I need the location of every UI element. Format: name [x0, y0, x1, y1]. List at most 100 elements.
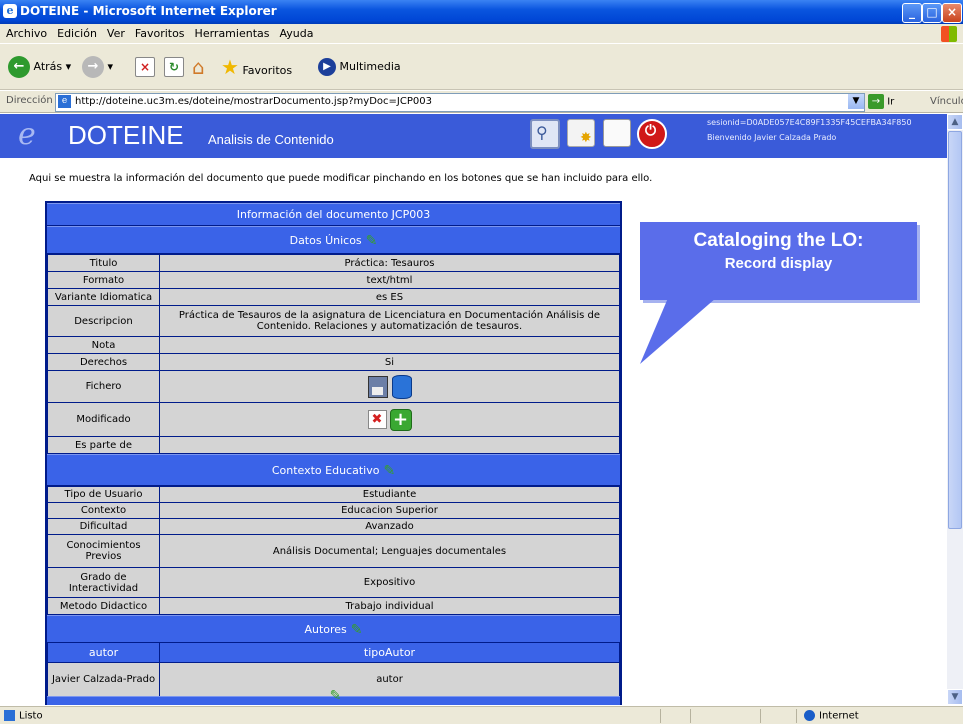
table-row: Titulo Práctica: Tesauros	[47, 254, 620, 271]
multimedia-label: Multimedia	[339, 60, 401, 73]
section-datos-unicos: Datos Únicos ✎	[47, 226, 620, 253]
status-divider	[760, 709, 761, 723]
star-icon: ★	[221, 55, 239, 79]
ie-icon: e	[3, 4, 17, 18]
table-row: Metodo Didactico Trabajo individual	[47, 597, 620, 614]
scroll-up-icon[interactable]: ▲	[947, 114, 963, 130]
section-title: Autores	[304, 623, 347, 636]
stop-icon: ×	[135, 57, 155, 77]
copy-icon[interactable]	[603, 119, 631, 147]
address-input[interactable]: e http://doteine.uc3m.es/doteine/mostrar…	[55, 93, 865, 112]
table-row: Conocimientos Previos Análisis Documental…	[47, 534, 620, 567]
table-row: Contexto Educacion Superior	[47, 502, 620, 518]
field-value	[160, 437, 619, 453]
forward-button[interactable]: → ▾	[82, 53, 113, 81]
table-row: Formato text/html	[47, 271, 620, 288]
table-row: Modificado ✖ +	[47, 402, 620, 436]
author-type: autor	[160, 663, 619, 696]
field-value: Práctica: Tesauros	[160, 255, 619, 271]
window-title: DOTEINE - Microsoft Internet Explorer	[20, 4, 277, 18]
intro-text: Aqui se muestra la información del docum…	[29, 173, 653, 184]
welcome-text: Bienvenido Javier Calzada Prado	[707, 133, 837, 142]
power-icon[interactable]: ⏻	[637, 119, 667, 149]
next-section-row: ✎	[47, 688, 620, 705]
media-icon: ▶	[318, 58, 336, 76]
modify-actions: ✖ +	[160, 403, 619, 436]
field-value: Educacion Superior	[160, 503, 619, 518]
stop-button[interactable]: ×	[135, 53, 155, 81]
new-document-icon[interactable]: ✸	[567, 119, 595, 147]
menu-ayuda[interactable]: Ayuda	[279, 24, 313, 44]
go-arrow-icon: →	[868, 94, 884, 109]
status-divider	[690, 709, 691, 723]
minimize-button[interactable]: _	[902, 3, 922, 23]
toolbar: ← Atrás ▾ → ▾ × ↻ ⌂ ★ Favoritos ▶ Multim…	[0, 44, 963, 90]
section-contexto-educativo: Contexto Educativo ✎	[47, 454, 620, 485]
pencil-icon[interactable]: ✎	[351, 617, 363, 644]
table-row: Es parte de	[47, 436, 620, 453]
field-value: Práctica de Tesauros de la asignatura de…	[160, 306, 619, 336]
callout-line2: Record display	[724, 255, 833, 272]
home-icon: ⌂	[192, 55, 205, 79]
maximize-button[interactable]: □	[922, 3, 942, 23]
table-row: Derechos Si	[47, 353, 620, 370]
address-dropdown-icon[interactable]: ▼	[848, 94, 864, 109]
status-text-wrap: Listo	[4, 710, 43, 722]
field-label: Descripcion	[48, 306, 159, 336]
field-label: Modificado	[48, 403, 159, 436]
table-row: Fichero	[47, 370, 620, 402]
menu-herramientas[interactable]: Herramientas	[195, 24, 270, 44]
back-button[interactable]: ← Atrás ▾	[8, 53, 71, 81]
vertical-scrollbar[interactable]: ▲ ▼	[947, 114, 963, 705]
field-value: Expositivo	[160, 568, 619, 597]
menu-favoritos[interactable]: Favoritos	[135, 24, 185, 44]
author-name: Javier Calzada-Prado	[48, 663, 159, 696]
add-icon[interactable]: +	[389, 408, 412, 431]
page-icon: e	[58, 95, 71, 108]
status-divider	[660, 709, 661, 723]
scroll-down-icon[interactable]: ▼	[947, 689, 963, 705]
file-actions	[160, 371, 619, 402]
app-title: DOTEINE	[68, 120, 184, 150]
field-label: Nota	[48, 337, 159, 353]
menu-archivo[interactable]: Archivo	[6, 24, 47, 44]
links-label[interactable]: Vínculos	[930, 96, 963, 107]
field-value: es ES	[160, 289, 619, 305]
home-button[interactable]: ⌂	[192, 53, 205, 81]
pencil-icon[interactable]: ✎	[383, 456, 395, 487]
document-table: Información del documento JCP003 Datos Ú…	[45, 201, 622, 705]
multimedia-button[interactable]: ▶ Multimedia	[318, 53, 401, 81]
field-label: Conocimientos Previos	[48, 535, 159, 567]
column-header: tipoAutor	[160, 643, 619, 662]
pencil-icon[interactable]: ✎	[366, 228, 378, 255]
refresh-button[interactable]: ↻	[164, 53, 184, 81]
menu-edicion[interactable]: Edición	[57, 24, 97, 44]
database-icon[interactable]	[391, 374, 412, 399]
back-arrow-icon: ←	[8, 56, 30, 78]
page-header: e DOTEINE Analisis de Contenido ⚲ ✸ ⏻ se…	[0, 114, 947, 158]
go-label: Ir	[887, 96, 895, 108]
menu-ver[interactable]: Ver	[107, 24, 125, 44]
field-label: Titulo	[48, 255, 159, 271]
go-button[interactable]: → Ir	[868, 94, 894, 109]
callout-tail	[640, 298, 716, 364]
zone-label: Internet	[819, 710, 859, 722]
windows-logo-icon	[941, 26, 957, 42]
menu-bar: Archivo Edición Ver Favoritos Herramientas Ay…	[0, 24, 963, 44]
delete-icon[interactable]: ✖	[367, 410, 387, 429]
field-value: Si	[160, 354, 619, 370]
field-label: Grado de Interactividad	[48, 568, 159, 597]
floppy-icon[interactable]	[367, 375, 388, 398]
search-icon[interactable]: ⚲	[530, 119, 560, 149]
favorites-button[interactable]: ★ Favoritos	[221, 53, 292, 81]
status-divider	[796, 709, 797, 723]
field-label: Contexto	[48, 503, 159, 518]
field-value: Análisis Documental; Lenguajes documenta…	[160, 535, 619, 567]
scroll-thumb[interactable]	[948, 131, 962, 529]
address-label: Dirección	[6, 95, 53, 106]
field-label: Formato	[48, 272, 159, 288]
field-value: Estudiante	[160, 487, 619, 502]
section-title: Contexto Educativo	[271, 464, 380, 477]
pencil-icon[interactable]: ✎	[330, 688, 342, 704]
close-button[interactable]: ×	[942, 3, 962, 23]
